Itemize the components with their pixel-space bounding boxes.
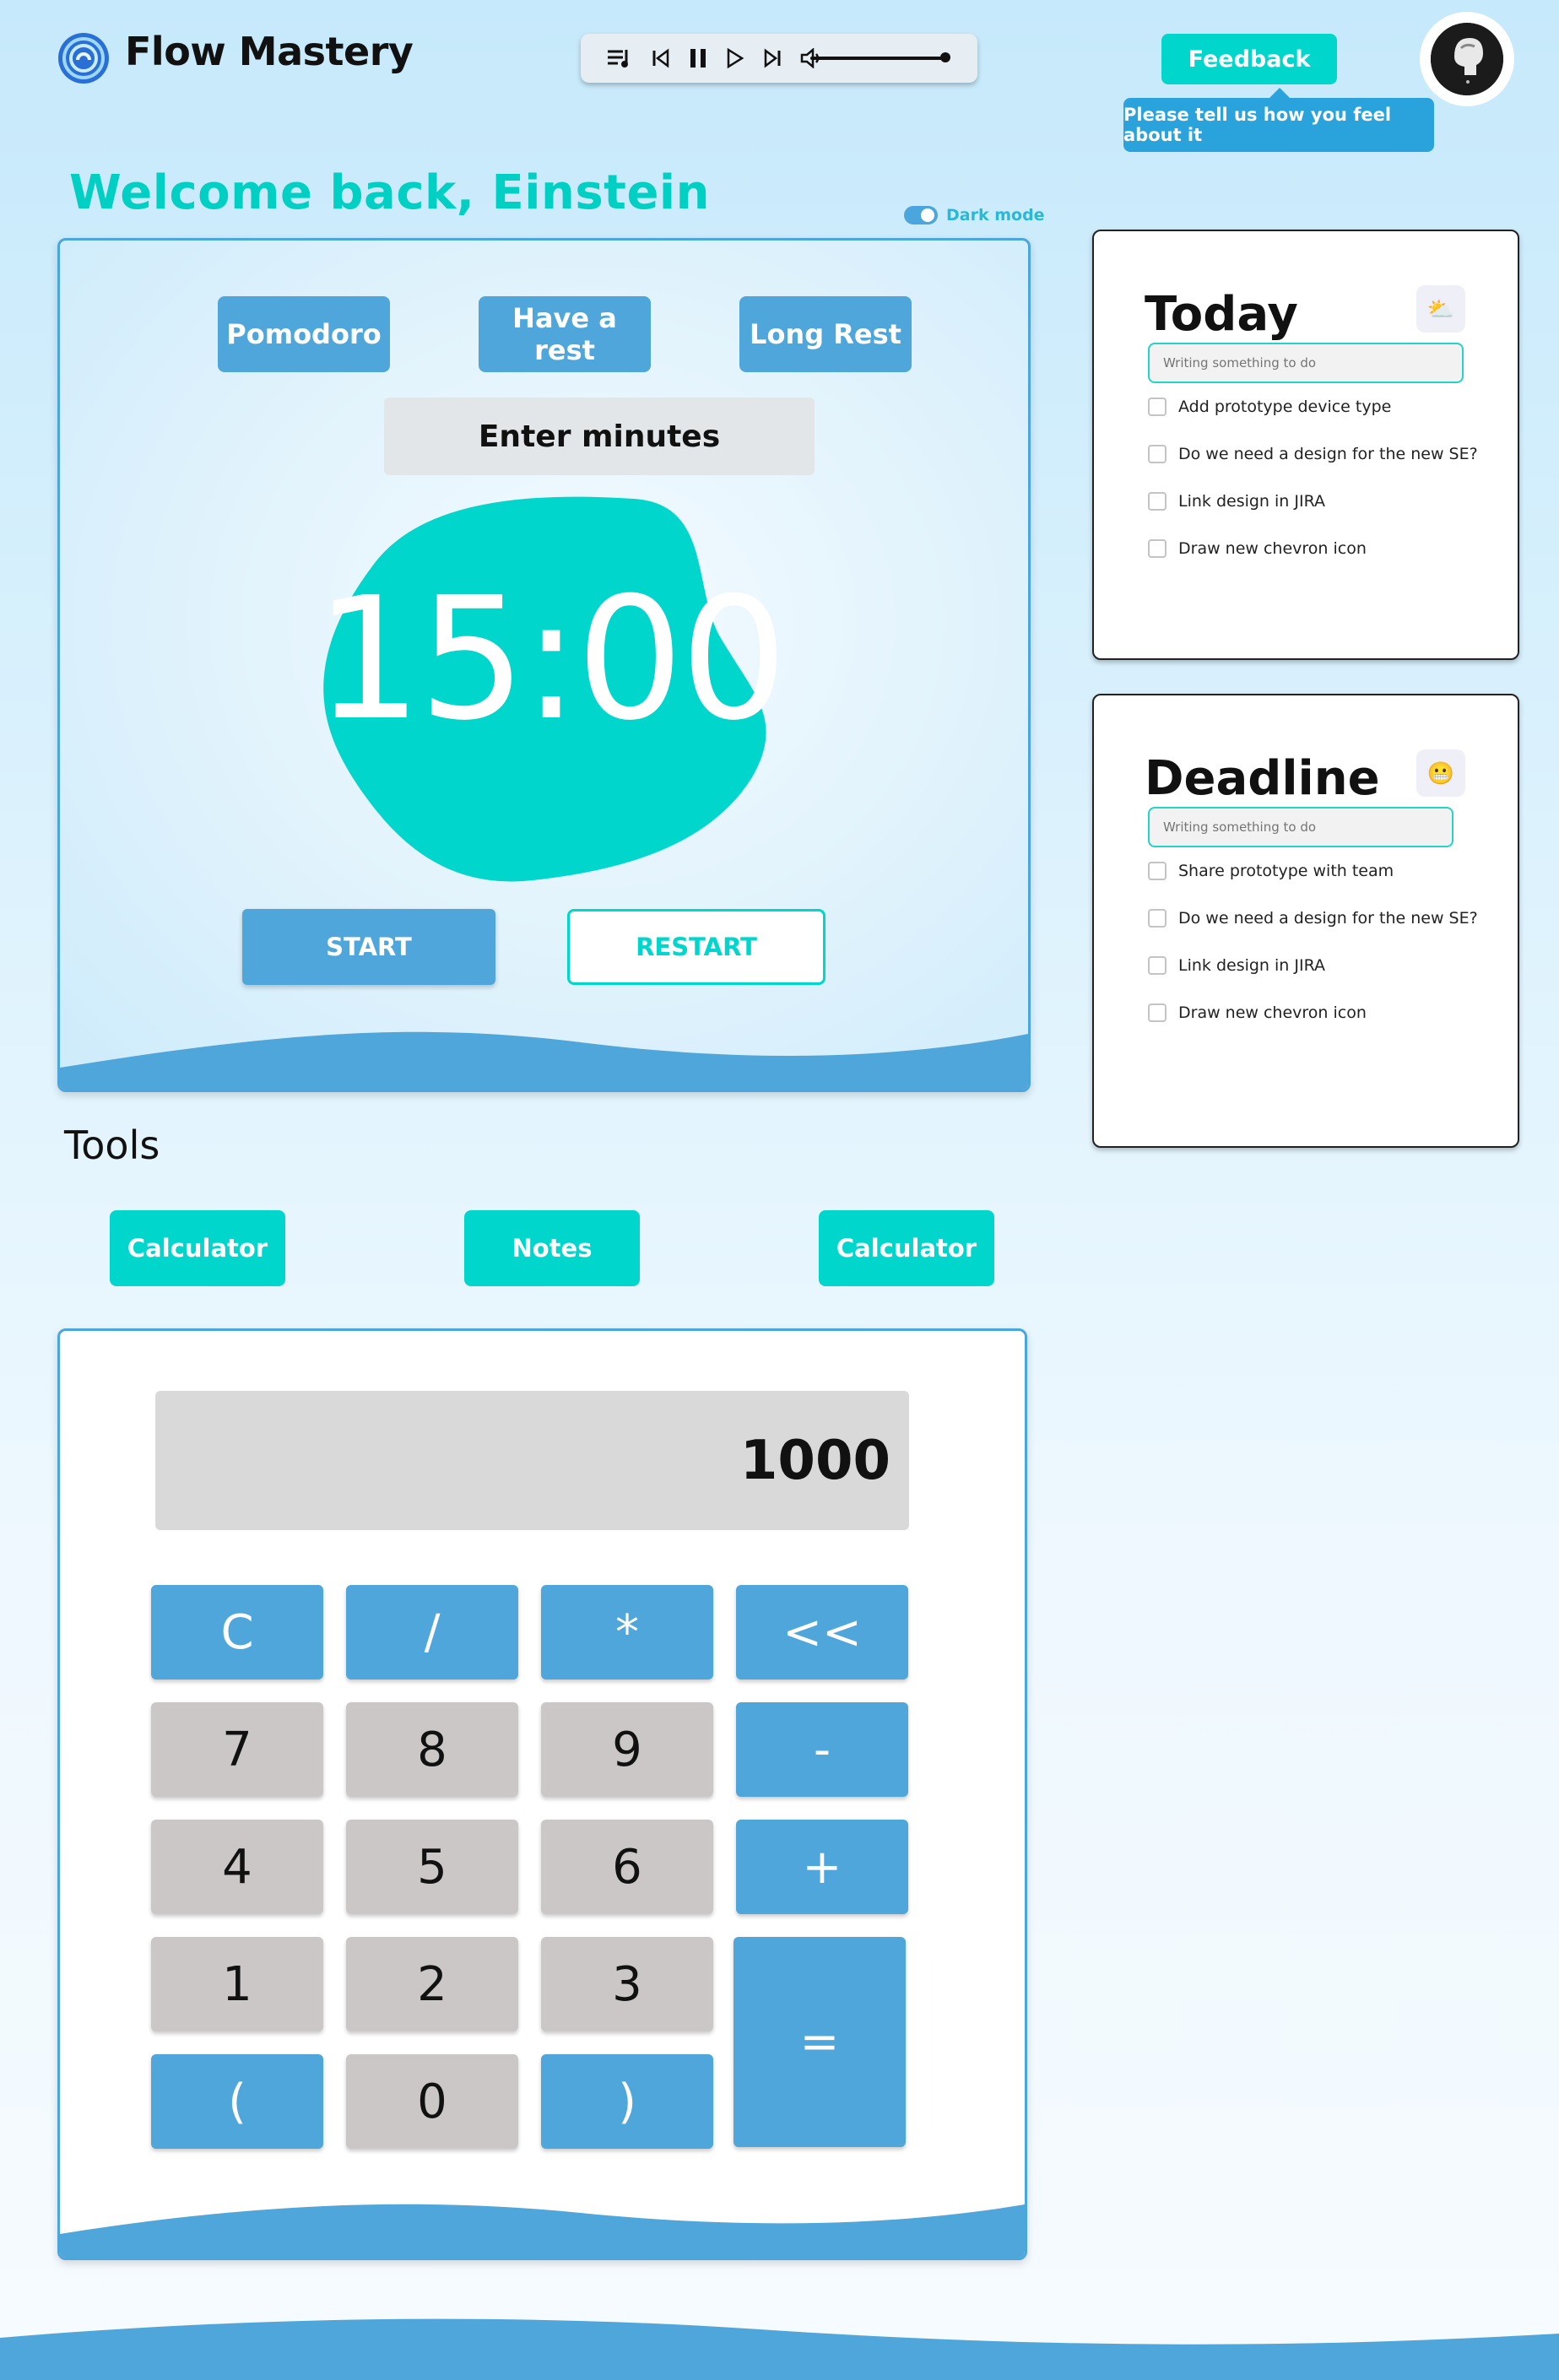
list-item-label: Add prototype device type [1178, 398, 1392, 416]
skip-back-icon[interactable] [652, 48, 670, 68]
avatar[interactable] [1431, 23, 1503, 95]
key-left-paren[interactable]: ( [151, 2054, 323, 2149]
playlist-icon[interactable] [606, 47, 633, 69]
key-5[interactable]: 5 [346, 1820, 518, 1914]
key-clear[interactable]: C [151, 1585, 323, 1680]
music-player [581, 34, 977, 83]
list-item[interactable]: Add prototype device type [1148, 394, 1391, 419]
key-3[interactable]: 3 [541, 1937, 713, 2031]
footer-wave-decoration [0, 2318, 1559, 2380]
tooltip-arrow [1269, 88, 1290, 98]
checkbox[interactable] [1148, 909, 1167, 928]
checkbox[interactable] [1148, 492, 1167, 511]
weather-emoji-button[interactable]: ⛅ [1416, 285, 1465, 333]
mode-short-rest-button[interactable]: Have a rest [479, 296, 651, 372]
today-todo-input[interactable] [1148, 343, 1464, 383]
checkbox[interactable] [1148, 1003, 1167, 1022]
timer-wave-decoration [60, 1031, 1028, 1090]
key-divide[interactable]: / [346, 1585, 518, 1680]
brand-name: Flow Mastery [125, 29, 414, 74]
list-item-label: Draw new chevron icon [1178, 539, 1367, 558]
minutes-input[interactable] [384, 398, 815, 475]
list-item[interactable]: Do we need a design for the new SE? [1148, 441, 1478, 467]
deadline-card: Deadline 😬 Share prototype with team Do … [1092, 694, 1519, 1148]
list-item-label: Share prototype with team [1178, 862, 1394, 880]
start-button[interactable]: START [242, 909, 495, 985]
checkbox[interactable] [1148, 398, 1167, 416]
timer-display: 15:00 [314, 561, 788, 758]
pause-icon[interactable] [689, 47, 707, 69]
list-item[interactable]: Share prototype with team [1148, 858, 1394, 884]
key-equals[interactable]: = [733, 1937, 906, 2147]
skip-forward-icon[interactable] [763, 48, 782, 68]
key-7[interactable]: 7 [151, 1702, 323, 1797]
checkbox[interactable] [1148, 956, 1167, 975]
key-backspace[interactable]: << [736, 1585, 908, 1680]
deadline-title: Deadline [1145, 751, 1380, 806]
checkbox[interactable] [1148, 539, 1167, 558]
list-item-label: Do we need a design for the new SE? [1178, 445, 1478, 463]
tool-calculator-button[interactable]: Calculator [110, 1210, 285, 1286]
tool-calculator-button-2[interactable]: Calculator [819, 1210, 994, 1286]
key-6[interactable]: 6 [541, 1820, 713, 1914]
user-portrait-icon [1431, 23, 1503, 95]
tools-heading: Tools [64, 1122, 160, 1168]
feedback-button[interactable]: Feedback [1161, 34, 1337, 84]
key-4[interactable]: 4 [151, 1820, 323, 1914]
key-2[interactable]: 2 [346, 1937, 518, 2031]
volume-slider[interactable] [810, 57, 945, 60]
restart-button[interactable]: RESTART [567, 909, 826, 985]
calculator-display: 1000 [155, 1391, 909, 1530]
key-right-paren[interactable]: ) [541, 2054, 713, 2149]
key-multiply[interactable]: * [541, 1585, 713, 1680]
tool-notes-button[interactable]: Notes [464, 1210, 640, 1286]
list-item-label: Do we need a design for the new SE? [1178, 909, 1478, 928]
list-item-label: Draw new chevron icon [1178, 1003, 1367, 1022]
dark-mode-toggle-knob[interactable] [921, 208, 934, 222]
logo-icon [58, 33, 109, 84]
dark-mode-label: Dark mode [946, 206, 1045, 224]
key-plus[interactable]: + [736, 1820, 908, 1914]
play-icon[interactable] [726, 47, 744, 69]
checkbox[interactable] [1148, 862, 1167, 880]
key-1[interactable]: 1 [151, 1937, 323, 2031]
volume-knob[interactable] [940, 52, 950, 62]
timer-card: Pomodoro Have a rest Long Rest 15:00 STA… [57, 238, 1031, 1092]
grimace-emoji-button[interactable]: 😬 [1416, 749, 1465, 797]
key-minus[interactable]: - [736, 1702, 908, 1797]
key-8[interactable]: 8 [346, 1702, 518, 1797]
key-9[interactable]: 9 [541, 1702, 713, 1797]
list-item-label: Link design in JIRA [1178, 492, 1326, 511]
key-0[interactable]: 0 [346, 2054, 518, 2149]
checkbox[interactable] [1148, 445, 1167, 463]
feedback-tooltip: Please tell us how you feel about it [1123, 98, 1434, 152]
list-item[interactable]: Draw new chevron icon [1148, 536, 1367, 561]
welcome-heading: Welcome back, Einstein [69, 165, 710, 220]
list-item[interactable]: Draw new chevron icon [1148, 1000, 1367, 1025]
calculator-card: 1000 C / * << 7 8 9 - 4 5 6 + 1 2 3 = ( … [57, 1328, 1027, 2260]
list-item-label: Link design in JIRA [1178, 956, 1326, 975]
mode-pomodoro-button[interactable]: Pomodoro [218, 296, 390, 372]
deadline-todo-input[interactable] [1148, 807, 1453, 847]
list-item[interactable]: Link design in JIRA [1148, 489, 1325, 514]
today-title: Today [1145, 287, 1298, 342]
mode-long-rest-button[interactable]: Long Rest [739, 296, 912, 372]
list-item[interactable]: Link design in JIRA [1148, 953, 1325, 978]
list-item[interactable]: Do we need a design for the new SE? [1148, 906, 1478, 931]
calculator-wave-decoration [60, 2204, 1025, 2258]
today-card: Today ⛅ Add prototype device type Do we … [1092, 230, 1519, 660]
